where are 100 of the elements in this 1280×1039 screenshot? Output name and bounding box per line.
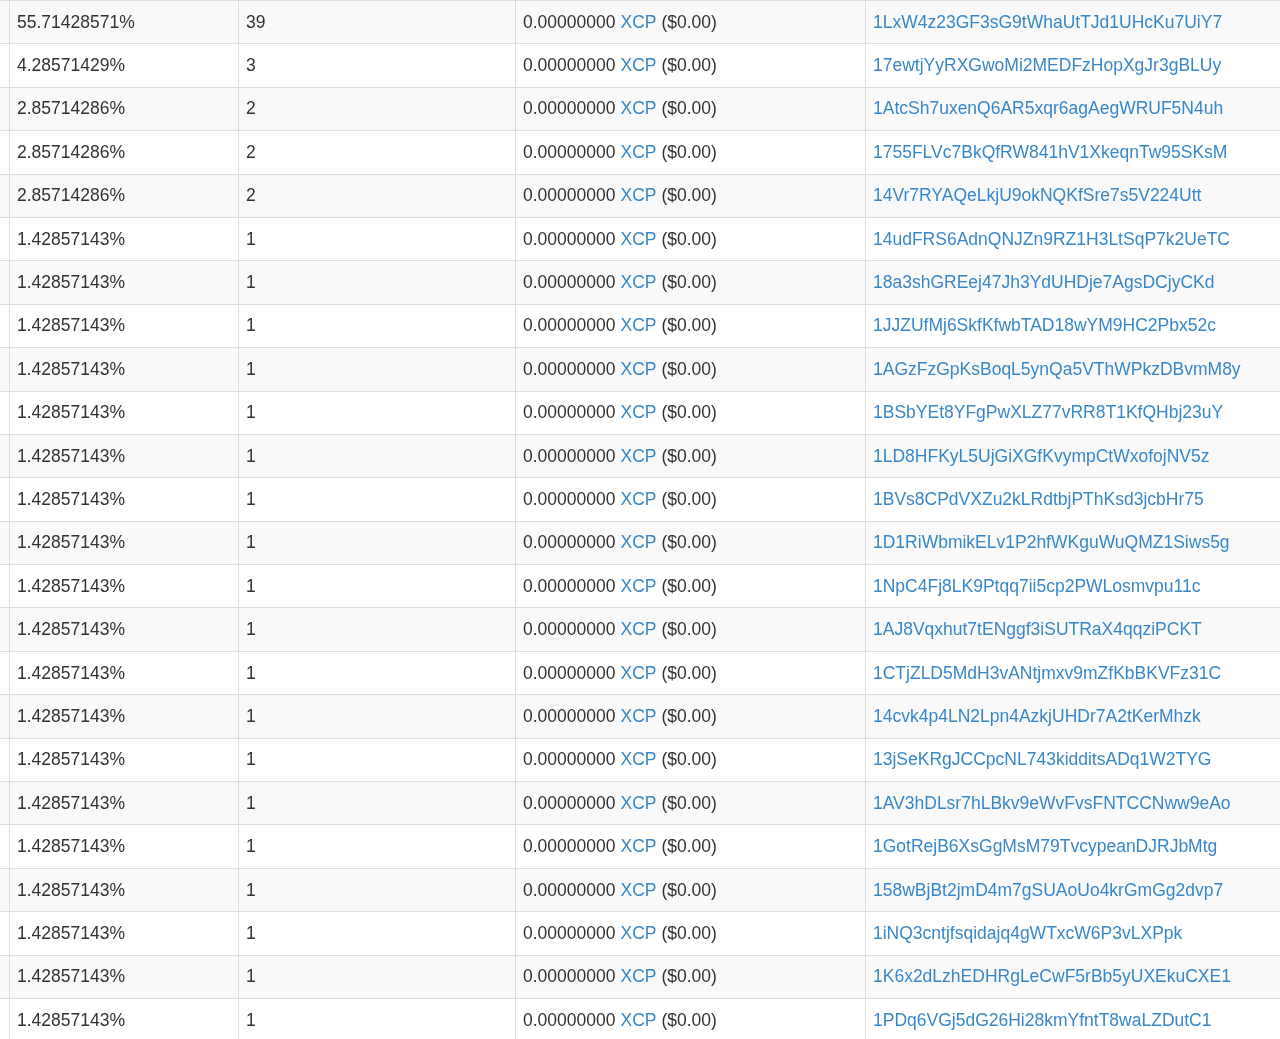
asset-link[interactable]: XCP (620, 445, 657, 467)
asset-link[interactable]: XCP (620, 792, 657, 814)
address-link[interactable]: 1iNQ3cntjfsqidajq4gWTxcW6P3vLXPpk (873, 922, 1183, 944)
address-link[interactable]: 1AV3hDLsr7hLBkv9eWvFvsFNTCCNww9eAo (873, 792, 1231, 814)
table-cell: 1.42857143% (9, 608, 238, 651)
usd-value-text: ($0.00) (661, 228, 717, 250)
table-cell: 2 (238, 174, 515, 217)
address-link[interactable]: 13jSeKRgJCCpcNL743kidditsADq1W2TYG (873, 749, 1212, 771)
table-cell: 2.85714286% (9, 174, 238, 217)
address-link[interactable]: 1LD8HFKyL5UjGiXGfKvympCtWxofojNV5z (873, 445, 1210, 467)
address-link[interactable]: 1BSbYEt8YFgPwXLZ77vRR8T1KfQHbj23uY (873, 402, 1224, 424)
amount-text: 0.00000000 (523, 705, 616, 727)
table-cell: 1 (238, 912, 515, 955)
address-link[interactable]: 158wBjBt2jmD4m7gSUAoUo4krGmGg2dvp7 (873, 879, 1224, 901)
amount-text: 0.00000000 (523, 619, 616, 641)
amount-text: 0.00000000 (523, 272, 616, 294)
address-link[interactable]: 14cvk4p4LN2Lpn4AzkjUHDr7A2tKerMhzk (873, 705, 1201, 727)
asset-link[interactable]: XCP (620, 315, 657, 337)
address-link[interactable]: 18a3shGREej47Jh3YdUHDje7AgsDCjyCKd (873, 272, 1215, 294)
amount-text: 0.00000000 (523, 792, 616, 814)
amount-text: 0.00000000 (523, 228, 616, 250)
address-link[interactable]: 1755FLVc7BkQfRW841hV1XkeqnTw95SKsM (873, 141, 1228, 163)
address-link[interactable]: 1D1RiWbmikELv1P2hfWKguWuQMZ1Siws5g (873, 532, 1230, 554)
asset-link[interactable]: XCP (620, 836, 657, 858)
asset-link[interactable]: XCP (620, 11, 657, 33)
table-cell: 4.28571429% (9, 44, 238, 87)
asset-link[interactable]: XCP (620, 489, 657, 510)
usd-value-text: ($0.00) (661, 749, 717, 771)
amount-text: 0.00000000 (523, 575, 616, 597)
asset-link[interactable]: XCP (620, 966, 657, 988)
table-cell: 1.42857143% (9, 348, 238, 391)
usd-value-text: ($0.00) (661, 315, 717, 337)
asset-link[interactable]: XCP (620, 532, 657, 554)
address-link[interactable]: 1BVs8CPdVXZu2kLRdtbjPThKsd3jcbHr75 (873, 489, 1204, 510)
amount-text: 0.00000000 (523, 315, 616, 337)
table-cell: 1 (238, 391, 515, 434)
usd-value-text: ($0.00) (661, 358, 717, 380)
usd-value-text: ($0.00) (661, 272, 717, 294)
address-link[interactable]: 1GotRejB6XsGgMsM79TvcypeanDJRJbMtg (873, 836, 1218, 858)
asset-link[interactable]: XCP (620, 55, 657, 77)
usd-value-text: ($0.00) (661, 532, 717, 554)
amount-text: 0.00000000 (523, 98, 616, 120)
address-link[interactable]: 1CTjZLD5MdH3vANtjmxv9mZfKbBKVFz31C (873, 662, 1222, 684)
amount-text: 0.00000000 (523, 879, 616, 901)
asset-link[interactable]: XCP (620, 1009, 657, 1031)
amount-text: 0.00000000 (523, 445, 616, 467)
asset-link[interactable]: XCP (620, 185, 657, 207)
amount-text: 0.00000000 (523, 185, 616, 207)
address-link[interactable]: 1PDq6VGj5dG26Hi28kmYfntT8waLZDutC1 (873, 1009, 1212, 1031)
table-cell: 1.42857143% (9, 695, 238, 738)
usd-value-text: ($0.00) (661, 98, 717, 120)
usd-value-text: ($0.00) (661, 879, 717, 901)
table-cell: 1.42857143% (9, 391, 238, 434)
table-cell: 1.42857143% (9, 478, 238, 521)
address-link[interactable]: 1AJ8Vqxhut7tENggf3iSUTRaX4qqziPCKT (873, 619, 1202, 641)
asset-link[interactable]: XCP (620, 402, 657, 424)
asset-link[interactable]: XCP (620, 228, 657, 250)
address-link[interactable]: 1AtcSh7uxenQ6AR5xqr6agAegWRUF5N4uh (873, 98, 1224, 120)
address-link[interactable]: 14udFRS6AdnQNJZn9RZ1H3LtSqP7k2UeTC (873, 228, 1230, 250)
amount-text: 0.00000000 (523, 662, 616, 684)
asset-link[interactable]: XCP (620, 879, 657, 901)
address-link[interactable]: 1NpC4Fj8LK9Ptqq7ii5cp2PWLosmvpu11c (873, 575, 1201, 597)
amount-text: 0.00000000 (523, 966, 616, 988)
asset-link[interactable]: XCP (620, 619, 657, 641)
usd-value-text: ($0.00) (661, 402, 717, 424)
asset-link[interactable]: XCP (620, 705, 657, 727)
amount-text: 0.00000000 (523, 836, 616, 858)
table-cell: 1 (238, 955, 515, 998)
usd-value-text: ($0.00) (661, 966, 717, 988)
asset-link[interactable]: XCP (620, 358, 657, 380)
table-cell: 1.42857143% (9, 261, 238, 304)
amount-text: 0.00000000 (523, 11, 616, 33)
address-link[interactable]: 1JJZUfMj6SkfKfwbTAD18wYM9HC2Pbx52c (873, 315, 1216, 337)
address-link[interactable]: 17ewtjYyRXGwoMi2MEDFzHopXgJr3gBLUy (873, 55, 1222, 77)
usd-value-text: ($0.00) (661, 1009, 717, 1031)
address-link[interactable]: 14Vr7RYAQeLkjU9okNQKfSre7s5V224Utt (873, 185, 1202, 207)
table-cell: 1.42857143% (9, 955, 238, 998)
asset-link[interactable]: XCP (620, 575, 657, 597)
usd-value-text: ($0.00) (661, 922, 717, 944)
asset-link[interactable]: XCP (620, 749, 657, 771)
amount-text: 0.00000000 (523, 55, 616, 77)
table-cell: 3 (238, 44, 515, 87)
table-cell: 2.85714286% (9, 131, 238, 174)
table-cell: 2 (238, 131, 515, 174)
usd-value-text: ($0.00) (661, 705, 717, 727)
table-cell: 1 (238, 478, 515, 521)
table-cell: 1 (238, 261, 515, 304)
usd-value-text: ($0.00) (661, 792, 717, 814)
asset-link[interactable]: XCP (620, 98, 657, 120)
asset-link[interactable]: XCP (620, 141, 657, 163)
address-link[interactable]: 1AGzFzGpKsBoqL5ynQa5VThWPkzDBvmM8y (873, 358, 1241, 380)
address-link[interactable]: 1K6x2dLzhEDHRgLeCwF5rBb5yUXEkuCXE1 (873, 966, 1231, 988)
asset-link[interactable]: XCP (620, 662, 657, 684)
amount-text: 0.00000000 (523, 749, 616, 771)
table-cell: 1 (238, 825, 515, 868)
asset-link[interactable]: XCP (620, 272, 657, 294)
table-cell: 1.42857143% (9, 999, 238, 1039)
usd-value-text: ($0.00) (661, 662, 717, 684)
asset-link[interactable]: XCP (620, 922, 657, 944)
address-link[interactable]: 1LxW4z23GF3sG9tWhaUtTJd1UHcKu7UiY7 (873, 11, 1223, 33)
